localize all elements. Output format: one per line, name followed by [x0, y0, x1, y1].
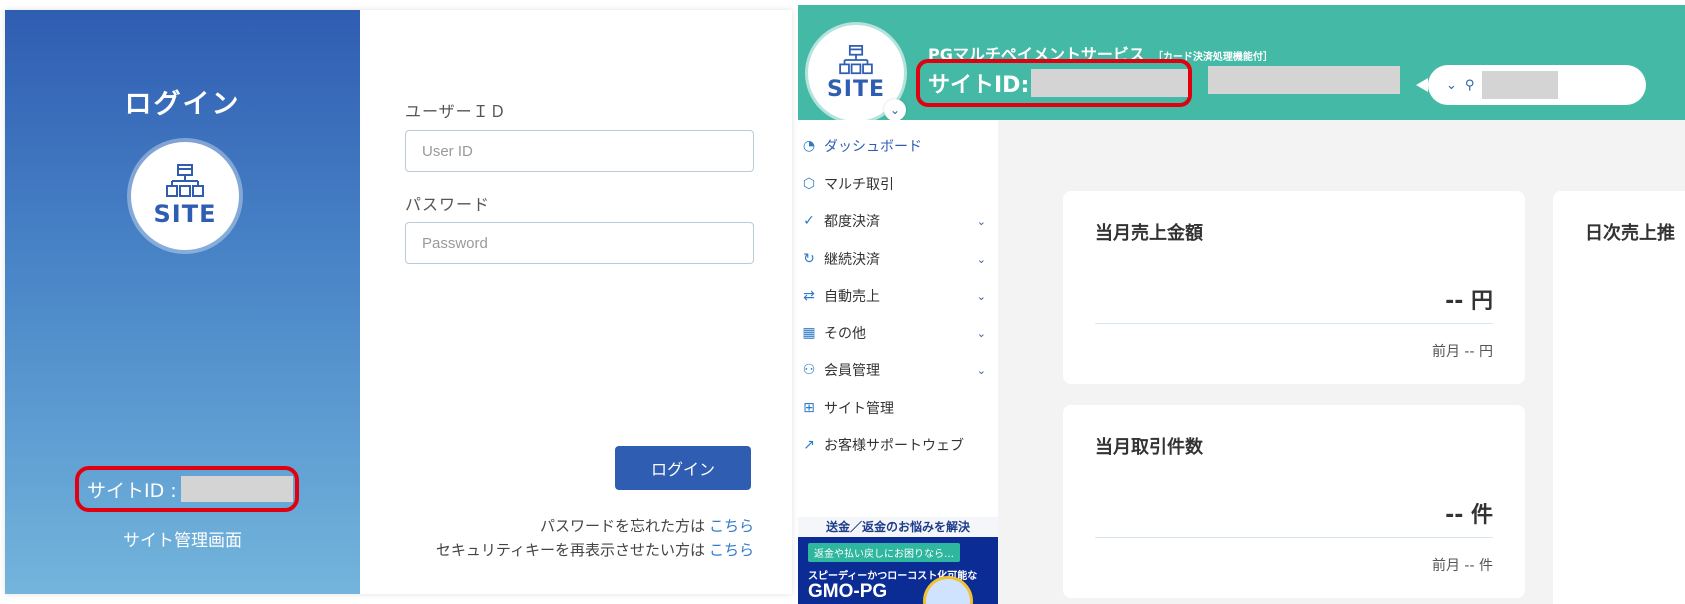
sidebar-item-label: その他 — [824, 326, 866, 342]
sitemap-icon: ⊞ — [803, 400, 815, 416]
chevron-down-icon: ⌄ — [976, 289, 986, 303]
grid-icon: ▦ — [802, 325, 816, 341]
cube-icon: ⬡ — [802, 176, 816, 192]
card-title: 当月売上金額 — [1095, 223, 1203, 244]
card-previous: 前月 -- 円 — [1431, 344, 1493, 360]
daily-sales-card: 日次売上推 — [1553, 191, 1685, 604]
forgot-password-link[interactable]: こちら — [709, 517, 754, 535]
card-previous: 前月 -- 件 — [1431, 558, 1493, 574]
sidebar-item-site-management[interactable]: ⊞ サイト管理 — [798, 393, 998, 423]
pie-chart-icon: ◔ — [802, 138, 816, 154]
divider — [1095, 537, 1493, 538]
chevron-down-icon[interactable]: ⌄ — [884, 99, 906, 121]
login-card: ログイン SITE サイトID : サイト管理画面 ユーザーＩＤ パスワード — [5, 10, 792, 594]
banner-body: 返金や払い戻しにお困りなら… スピーディーかつローコスト化可能な GMO-PG — [798, 537, 998, 604]
user-name-redacted — [1482, 71, 1559, 99]
banner-tag: 返金や払い戻しにお困りなら… — [808, 543, 960, 562]
sidebar-item-support-web[interactable]: ↗ お客様サポートウェブ — [798, 430, 998, 460]
sidebar-item-label: マルチ取引 — [824, 177, 894, 193]
security-key-link[interactable]: こちら — [709, 541, 754, 559]
forgot-password-text: パスワードを忘れた方は — [539, 517, 705, 535]
header-site-id-highlight: サイトID: — [916, 59, 1192, 107]
forgot-password-line: パスワードを忘れた方は こちら — [540, 515, 754, 536]
sitemap-icon — [839, 44, 873, 74]
site-logo: SITE — [131, 142, 239, 250]
user-id-input[interactable] — [405, 130, 754, 172]
chevron-down-icon: ⌄ — [1446, 77, 1457, 93]
sidebar-item-label: お客様サポートウェブ — [824, 438, 964, 454]
sidebar-item-label: サイト管理 — [824, 401, 894, 417]
sidebar-item-label: 継続決済 — [824, 252, 880, 268]
dashboard: SITE ⌄ PGマルチペイメントサービス ［カード決済処理機能付］ サイトID:… — [798, 5, 1685, 604]
sidebar-item-label: 自動売上 — [824, 289, 880, 305]
user-menu[interactable]: ⌄ ⚲ — [1416, 65, 1646, 105]
external-link-icon: ↗ — [803, 437, 815, 453]
sidebar-item-auto-sales[interactable]: ⇄ 自動売上 ⌄ — [798, 281, 998, 311]
sidebar-item-one-time-payment[interactable]: ✓ 都度決済 ⌄ — [798, 206, 998, 236]
banner-heading: 送金／返金のお悩みを解決 — [798, 517, 998, 537]
sidebar-item-multi-transaction[interactable]: ⬡ マルチ取引 — [798, 169, 998, 199]
site-id-redacted — [180, 476, 293, 502]
sidebar-item-other[interactable]: ▦ その他 ⌄ — [798, 318, 998, 348]
refresh-icon: ↻ — [803, 251, 815, 267]
security-key-text: セキュリティキーを再表示させたい方は — [435, 541, 705, 559]
divider — [1095, 323, 1493, 324]
chevron-down-icon: ⌄ — [976, 252, 986, 266]
site-name-redacted — [1208, 66, 1400, 94]
security-key-line: セキュリティキーを再表示させたい方は こちら — [436, 539, 754, 560]
logo-text: SITE — [826, 76, 886, 102]
card-title: 当月取引件数 — [1095, 437, 1203, 458]
chevron-down-icon: ⌄ — [976, 326, 986, 340]
dashboard-header: SITE ⌄ PGマルチペイメントサービス ［カード決済処理機能付］ サイトID:… — [798, 5, 1685, 121]
user-icon: ⚲ — [1464, 77, 1475, 93]
password-input[interactable] — [405, 222, 754, 264]
logo-text: SITE — [153, 200, 217, 228]
banner-illustration — [926, 579, 970, 604]
header-site-id-label: サイトID: — [928, 73, 1030, 98]
card-title: 日次売上推 — [1585, 223, 1675, 244]
user-id-label: ユーザーＩＤ — [405, 102, 507, 121]
monthly-transactions-card: 当月取引件数 -- 件 前月 -- 件 — [1063, 405, 1525, 598]
site-id-highlight: サイトID : — [75, 466, 299, 512]
sidebar-item-label: ダッシュボード — [824, 139, 922, 155]
sitemap-icon — [166, 164, 204, 197]
header-site-id-redacted — [1031, 69, 1188, 97]
sidebar-item-dashboard[interactable]: ◔ ダッシュボード — [798, 131, 998, 161]
sidebar-item-member-management[interactable]: ⚇ 会員管理 ⌄ — [798, 355, 998, 385]
promo-banner[interactable]: 送金／返金のお悩みを解決 返金や払い戻しにお困りなら… スピーディーかつローコス… — [798, 517, 998, 604]
login-subtitle: サイト管理画面 — [123, 531, 242, 551]
password-label: パスワード — [405, 195, 491, 214]
sidebar-item-recurring-payment[interactable]: ↻ 継続決済 ⌄ — [798, 244, 998, 274]
site-id-label: サイトID : — [87, 479, 177, 502]
banner-brand: GMO-PG — [808, 581, 888, 602]
login-button[interactable]: ログイン — [615, 446, 751, 490]
swap-icon: ⇄ — [803, 288, 815, 304]
card-value: -- 件 — [1445, 503, 1493, 528]
users-icon: ⚇ — [802, 362, 816, 378]
login-heading: ログイン — [124, 89, 241, 120]
monthly-sales-card: 当月売上金額 -- 円 前月 -- 円 — [1063, 191, 1525, 384]
login-form: ユーザーＩＤ パスワード ログイン パスワードを忘れた方はこちら セキュリティキ… — [360, 10, 792, 594]
chevron-down-icon: ⌄ — [976, 214, 986, 228]
chevron-down-icon: ⌄ — [976, 363, 986, 377]
card-value: -- 円 — [1445, 289, 1493, 314]
sidebar-item-label: 都度決済 — [824, 214, 880, 230]
check-circle-icon: ✓ — [803, 213, 815, 229]
login-side-panel: ログイン SITE サイトID : サイト管理画面 — [5, 10, 360, 594]
sidebar-item-label: 会員管理 — [824, 363, 880, 379]
